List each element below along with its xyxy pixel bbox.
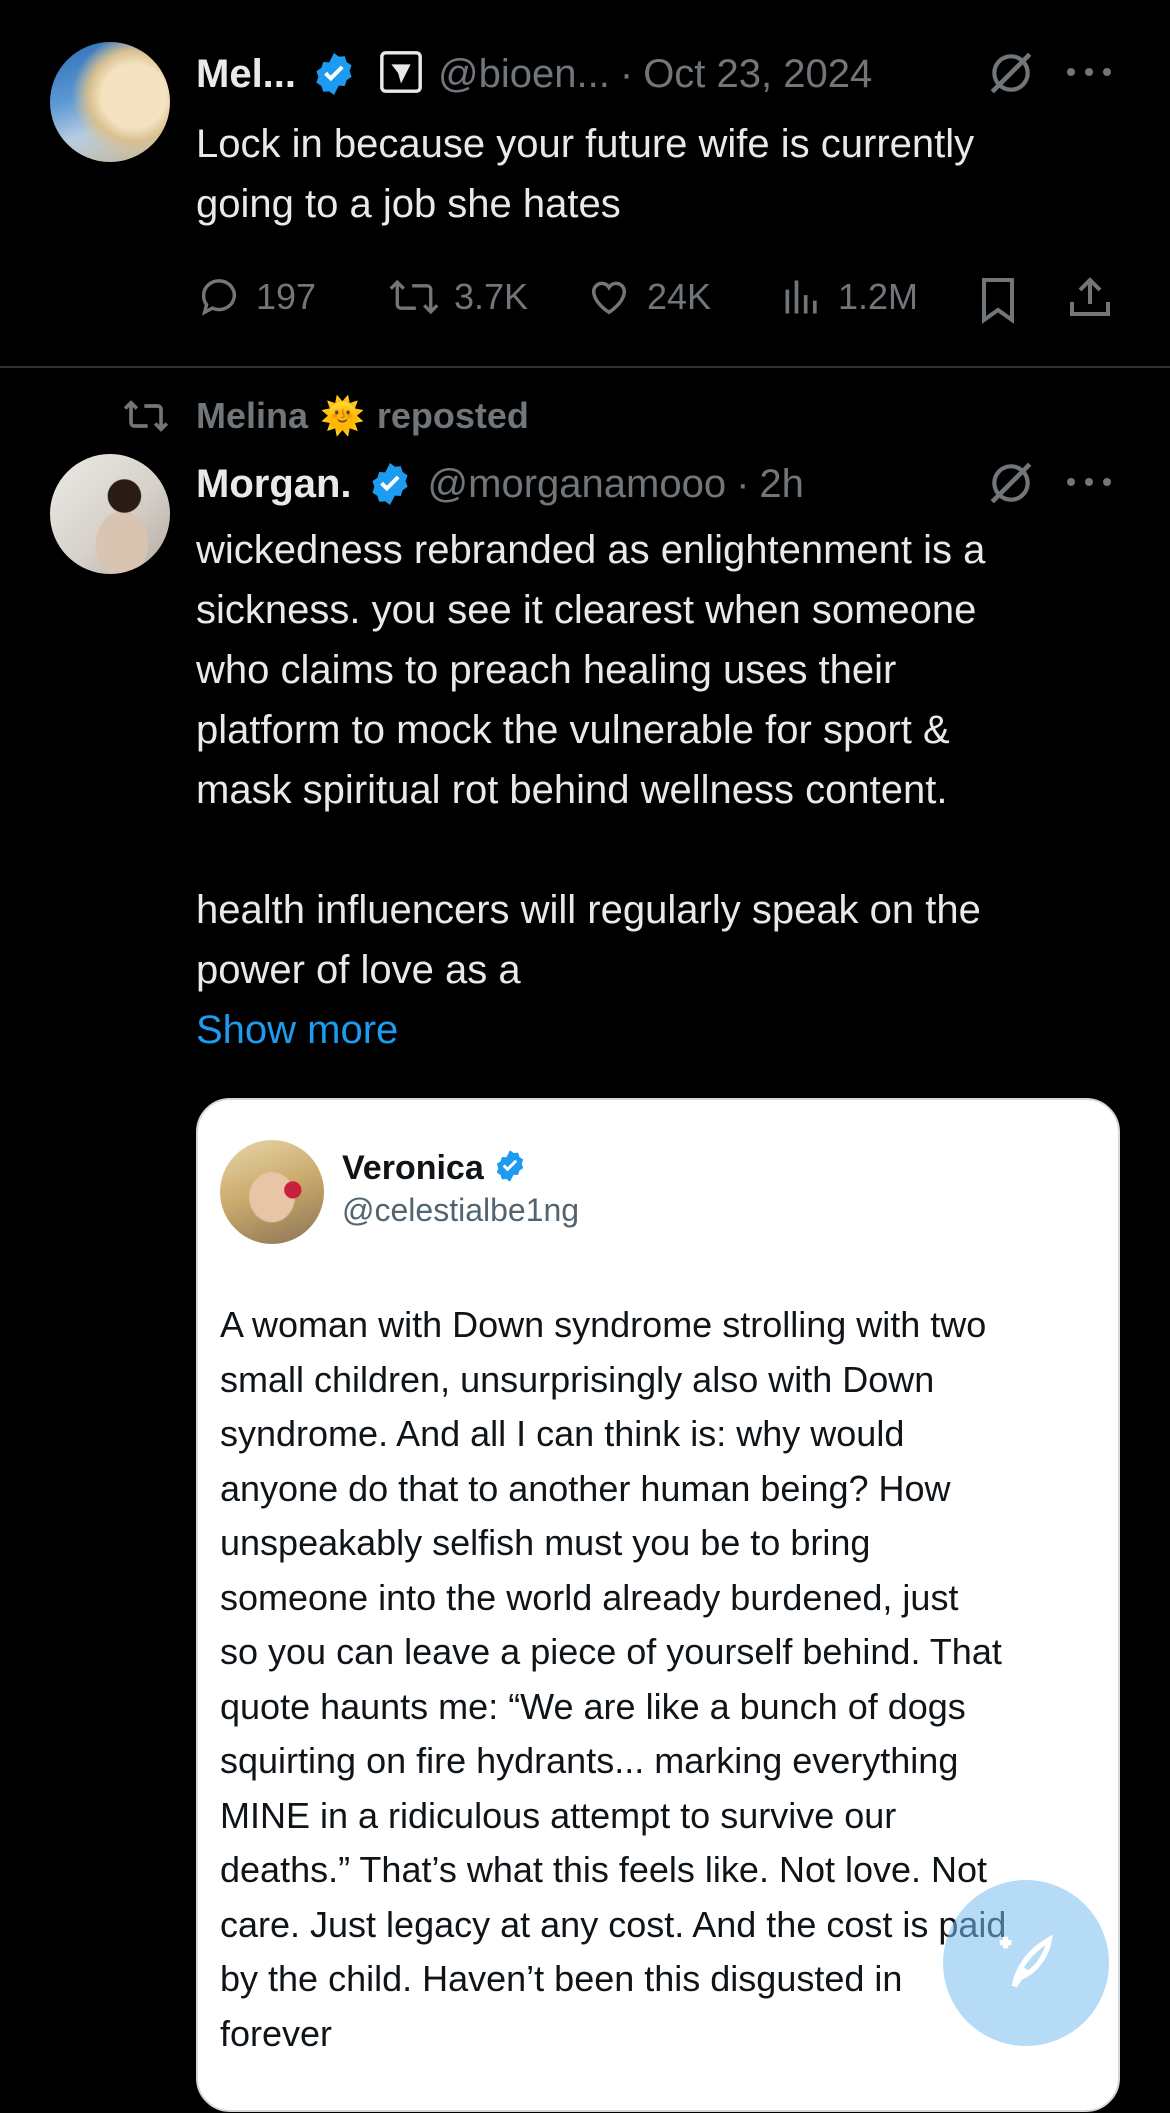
like-button[interactable]: 24K <box>585 274 711 320</box>
verified-badge-icon <box>310 50 358 98</box>
like-icon <box>591 281 627 315</box>
text-line: wickedness rebranded as enlightenment is… <box>196 528 986 572</box>
avatar <box>220 1140 324 1244</box>
views-button[interactable]: 1.2M <box>780 274 918 320</box>
text-line: deaths.” That’s what this feels like. No… <box>220 1849 988 1890</box>
embedded-name: Veronica <box>342 1149 484 1187</box>
reply-count: 197 <box>256 276 317 317</box>
reply-button[interactable]: 197 <box>196 274 316 320</box>
text-line: squirting on fire hydrants... marking ev… <box>220 1740 959 1781</box>
repost-icon <box>389 279 439 315</box>
text-line: so you can leave a piece of yourself beh… <box>220 1631 1002 1672</box>
more-icon[interactable] <box>1064 60 1114 89</box>
tweet-header: Morgan. @morganamooo · 2h <box>196 454 804 514</box>
verified-badge-icon <box>492 1148 528 1189</box>
reply-icon <box>201 279 237 316</box>
show-more-link[interactable]: Show more <box>196 1000 1126 1060</box>
tweet-header: Mel... @bioen... · Oct 23, 2024 <box>196 44 872 104</box>
timestamp[interactable]: Oct 23, 2024 <box>643 52 872 97</box>
avatar[interactable] <box>50 454 170 574</box>
repost-icon <box>123 400 169 432</box>
separator: · <box>619 51 634 96</box>
repost-count: 3.7K <box>454 276 529 317</box>
text-line: A woman with Down syndrome strolling wit… <box>220 1304 987 1345</box>
text-line: someone into the world already burdened,… <box>220 1576 959 1618</box>
avatar[interactable] <box>50 42 170 162</box>
grok-icon[interactable] <box>986 458 1036 513</box>
sun-emoji: 🌞 <box>320 395 365 436</box>
text-line: anyone do that to another human being? H… <box>220 1467 951 1509</box>
text-line: unspeakably selfish must you be to bring <box>220 1522 871 1563</box>
grok-icon[interactable] <box>986 48 1036 103</box>
repost-banner[interactable]: Melina 🌞 reposted <box>122 390 529 442</box>
text-line: platform to mock the vulnerable for spor… <box>196 708 950 752</box>
repost-button[interactable]: 3.7K <box>388 274 528 320</box>
text-line: small children, unsurprisingly also with… <box>220 1358 935 1400</box>
text-line: who claims to preach healing uses their <box>196 648 897 692</box>
reposter-name[interactable]: Melina <box>196 395 308 437</box>
text-line: mask spiritual rot behind wellness conte… <box>196 768 948 812</box>
compose-button[interactable] <box>943 1880 1109 2046</box>
embedded-handle: @celestialbe1ng <box>342 1192 580 1228</box>
separator: · <box>736 461 750 506</box>
text-line <box>196 820 1126 880</box>
text-line: Lock in because your future wife is curr… <box>196 122 975 166</box>
timestamp[interactable]: 2h <box>759 462 804 507</box>
display-name[interactable]: Mel... <box>196 52 296 97</box>
text-line: syndrome. And all I can think is: why wo… <box>220 1413 905 1454</box>
more-icon[interactable] <box>1064 470 1114 499</box>
handle[interactable]: @morganamooo <box>428 462 727 507</box>
bookmark-icon[interactable] <box>976 276 1020 329</box>
like-count: 24K <box>647 276 712 317</box>
text-line: health influencers will regularly speak … <box>196 888 981 932</box>
views-count: 1.2M <box>838 276 919 317</box>
divider <box>0 366 1170 368</box>
verified-badge-icon <box>366 460 414 508</box>
views-icon <box>785 280 817 314</box>
display-name[interactable]: Morgan. <box>196 462 352 507</box>
handle[interactable]: @bioen... <box>438 52 610 97</box>
embedded-header: Veronica <box>342 1148 528 1189</box>
share-icon[interactable] <box>1066 274 1114 327</box>
tweet-text: Lock in because your future wife is curr… <box>196 114 1116 234</box>
compose-icon <box>999 1934 1053 1988</box>
text-line: MINE in a ridiculous attempt to survive … <box>220 1794 897 1836</box>
tweet-text: wickedness rebranded as enlightenment is… <box>196 520 1126 1060</box>
text-line: quote haunts me: “We are like a bunch of… <box>220 1685 966 1727</box>
text-line: sickness. you see it clearest when someo… <box>196 588 977 632</box>
affiliate-badge-icon <box>378 49 424 100</box>
text-line: power of love as a <box>196 948 521 992</box>
text-line: going to a job she hates <box>196 182 621 226</box>
reposted-label: reposted <box>376 395 529 436</box>
